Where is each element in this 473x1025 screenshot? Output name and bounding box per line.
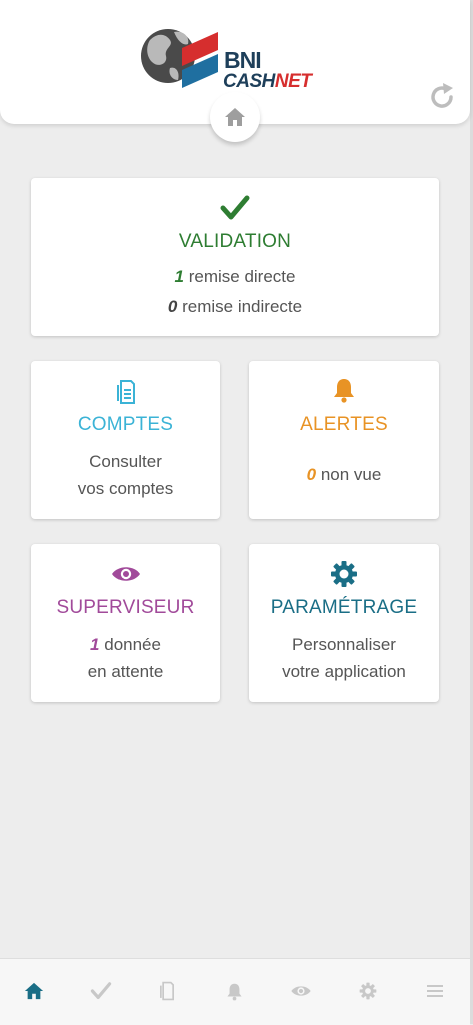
validation-direct-line: 1 remise directe	[174, 267, 296, 286]
validation-indirect-line: 0 remise indirecte	[167, 297, 303, 316]
gear-icon	[359, 982, 377, 1000]
comptes-line1: Consulter	[89, 452, 162, 471]
superviseur-title: SUPERVISEUR	[56, 597, 195, 618]
logo-text-cashnet: CASHNET	[223, 71, 312, 92]
logo-text-bni: BNI	[224, 47, 262, 73]
superviseur-count-line: 1 donnée	[90, 635, 161, 654]
home-button[interactable]	[210, 92, 260, 142]
superviseur-card[interactable]: SUPERVISEUR 1 donnée en attente	[31, 544, 220, 702]
gear-icon	[249, 560, 439, 588]
alertes-count-line: 0 non vue	[306, 465, 382, 484]
bni-cashnet-logo: BNI CASHNET	[140, 18, 340, 94]
eye-icon	[31, 564, 220, 584]
parametrage-line2: votre application	[282, 662, 406, 681]
home-icon	[24, 982, 44, 1000]
comptes-title: COMPTES	[77, 414, 174, 435]
refresh-icon	[431, 83, 453, 108]
parametrage-card[interactable]: PARAMÉTRAGE Personnaliser votre applicat…	[249, 544, 439, 702]
home-icon	[225, 108, 245, 126]
check-icon	[31, 194, 439, 222]
eye-icon	[291, 986, 311, 996]
superviseur-line2: en attente	[87, 662, 164, 681]
check-icon	[90, 982, 112, 1000]
document-icon	[160, 981, 174, 1001]
validation-title: VALIDATION	[178, 231, 292, 252]
nav-home[interactable]	[16, 973, 52, 1009]
parametrage-line1: Personnaliser	[292, 635, 396, 654]
comptes-line2: vos comptes	[77, 479, 174, 498]
alertes-title: ALERTES	[300, 414, 388, 435]
bell-icon	[249, 377, 439, 403]
nav-superviseur[interactable]	[283, 973, 319, 1009]
alertes-card[interactable]: ALERTES 0 non vue	[249, 361, 439, 519]
nav-menu[interactable]	[417, 973, 453, 1009]
nav-parametrage[interactable]	[350, 973, 386, 1009]
bell-icon	[226, 983, 242, 1000]
nav-validation[interactable]	[83, 973, 119, 1009]
refresh-button[interactable]	[425, 80, 459, 114]
bottom-nav-bar	[0, 958, 470, 1025]
parametrage-title: PARAMÉTRAGE	[270, 597, 418, 618]
menu-icon	[427, 985, 443, 997]
nav-alertes[interactable]	[216, 973, 252, 1009]
document-icon	[31, 379, 220, 405]
validation-card[interactable]: VALIDATION 1 remise directe 0 remise ind…	[31, 178, 439, 336]
nav-comptes[interactable]	[149, 973, 185, 1009]
comptes-card[interactable]: COMPTES Consulter vos comptes	[31, 361, 220, 519]
